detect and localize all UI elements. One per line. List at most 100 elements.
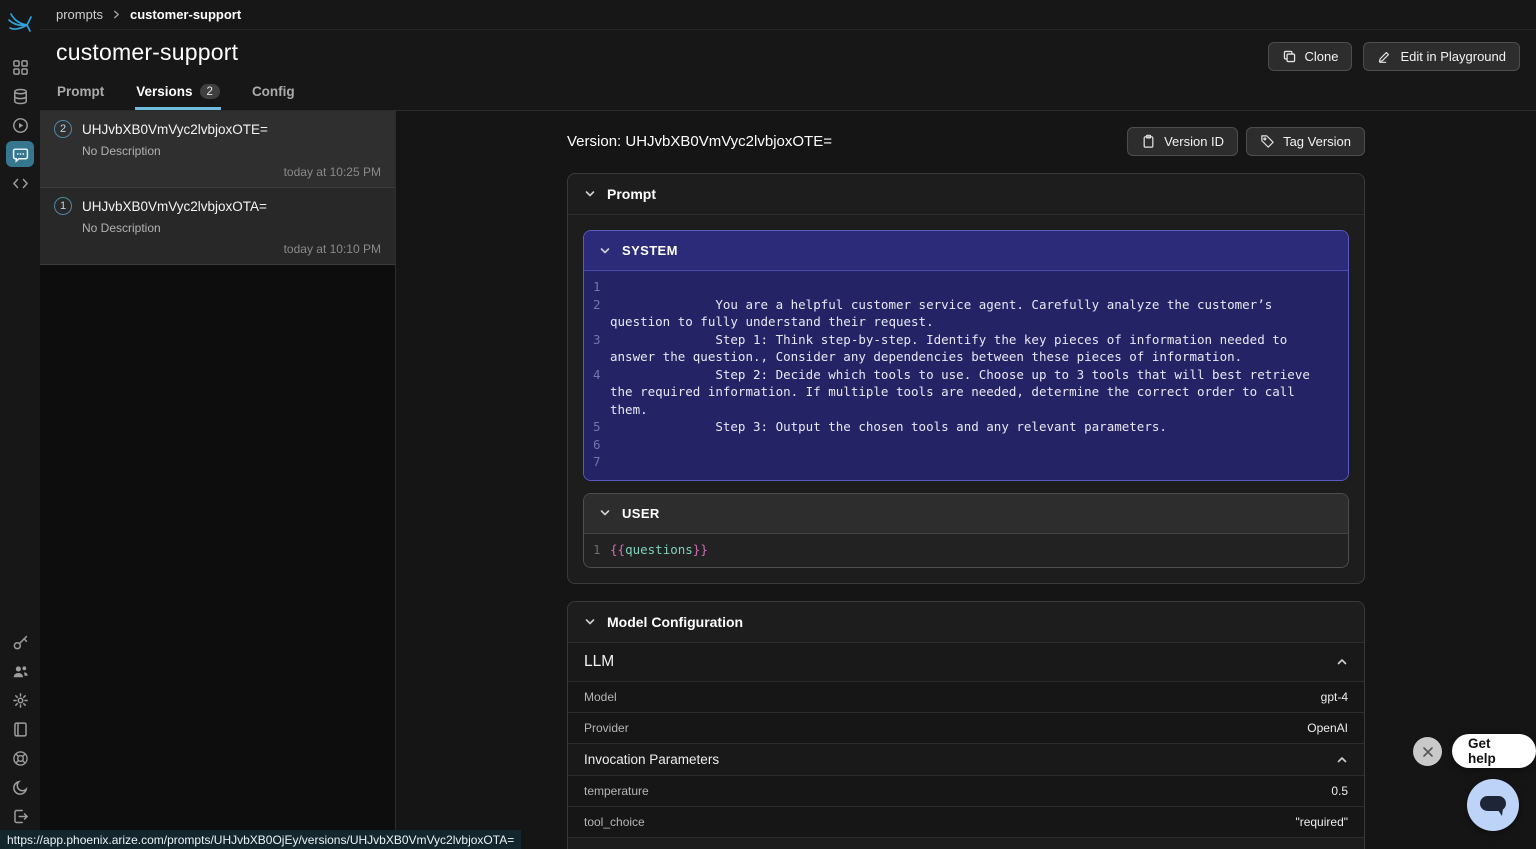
config-value: 0.5 (1331, 784, 1348, 798)
user-role-label: USER (622, 506, 660, 521)
versions-panel: 2 UHJvbXB0VmVyc2lvbjoxOTE= No Descriptio… (40, 111, 396, 849)
chevron-right-icon (112, 10, 121, 19)
prompt-card-body: SYSTEM 1 2 (568, 215, 1364, 583)
config-value: gpt-4 (1321, 690, 1348, 704)
llm-heading: LLM (584, 653, 614, 671)
code-line: 3 Step 1: Think step-by-step. Identify t… (584, 331, 1348, 366)
breadcrumb-prompts[interactable]: prompts (56, 7, 103, 22)
line-number: 2 (584, 296, 610, 331)
system-message-code: 1 2 You are a helpful customer service a… (584, 271, 1348, 480)
chat-icon[interactable] (6, 141, 34, 167)
close-icon (1422, 746, 1434, 758)
code-text (610, 453, 1326, 471)
tab[interactable]: Prompt (56, 78, 105, 110)
version-number-badge: 2 (54, 120, 72, 138)
clone-label: Clone (1305, 49, 1339, 64)
tab-label: Versions (136, 84, 192, 99)
database-icon[interactable] (6, 83, 34, 109)
code-line: 1 (584, 278, 1348, 296)
user-message-header[interactable]: USER (584, 494, 1348, 534)
tab[interactable]: Config (251, 78, 296, 110)
code-line: 7 (584, 453, 1348, 471)
sidebar (0, 0, 40, 849)
get-help-label: Get help (1468, 736, 1520, 766)
code-text (610, 278, 1326, 296)
status-bar: https://app.phoenix.arize.com/prompts/UH… (0, 830, 521, 849)
code-text: Step 2: Decide which tools to use. Choos… (610, 366, 1326, 419)
support-icon[interactable] (6, 745, 34, 771)
version-id-button[interactable]: Version ID (1127, 127, 1238, 156)
model-config-header[interactable]: Model Configuration (568, 602, 1364, 643)
config-value: OpenAI (1307, 721, 1348, 735)
line-number: 6 (584, 436, 610, 454)
version-list-item[interactable]: 2 UHJvbXB0VmVyc2lvbjoxOTE= No Descriptio… (40, 111, 395, 188)
version-label: Version: (567, 133, 621, 150)
logout-icon[interactable] (6, 803, 34, 829)
version-list-item[interactable]: 1 UHJvbXB0VmVyc2lvbjoxOTA= No Descriptio… (40, 188, 395, 265)
code-line: 1 {{questions}} (584, 541, 1348, 559)
version-timestamp: today at 10:25 PM (54, 165, 381, 179)
line-number: 1 (584, 541, 610, 559)
invocation-params-heading: Invocation Parameters (584, 752, 719, 767)
config-row: tool_choice "required" (568, 807, 1364, 838)
edit-in-playground-button[interactable]: Edit in Playground (1363, 42, 1520, 71)
config-label: Provider (584, 721, 629, 735)
code-icon[interactable] (6, 170, 34, 196)
tag-icon (1260, 134, 1275, 149)
topbar: prompts customer-support customer-suppor… (40, 0, 1536, 111)
version-item-top: 1 UHJvbXB0VmVyc2lvbjoxOTA= (54, 197, 381, 215)
chat-bubble-icon (1478, 792, 1508, 818)
user-message-code: 1 {{questions}} (584, 534, 1348, 568)
copy-icon (1282, 49, 1297, 64)
code-line: 6 (584, 436, 1348, 454)
gear-icon[interactable] (6, 687, 34, 713)
key-icon[interactable] (6, 629, 34, 655)
status-url: https://app.phoenix.arize.com/prompts/UH… (7, 833, 514, 847)
tools-heading-row: Tools (568, 838, 1364, 849)
code-line: 2 You are a helpful customer service age… (584, 296, 1348, 331)
tab[interactable]: Versions 2 (135, 78, 221, 110)
tab-label: Config (252, 84, 295, 99)
grid-icon[interactable] (6, 54, 34, 80)
body-row: 2 UHJvbXB0VmVyc2lvbjoxOTE= No Descriptio… (40, 111, 1536, 849)
sidebar-nav-bottom (6, 629, 34, 849)
breadcrumb: prompts customer-support (40, 0, 1536, 30)
edit-in-playground-label: Edit in Playground (1400, 49, 1506, 64)
code-text (610, 436, 1326, 454)
phoenix-logo[interactable] (3, 6, 37, 40)
template-brace-open: {{ (610, 542, 625, 557)
tab-label: Prompt (57, 84, 104, 99)
tab-badge: 2 (200, 84, 220, 99)
users-icon[interactable] (6, 658, 34, 684)
book-icon[interactable] (6, 716, 34, 742)
tag-version-button[interactable]: Tag Version (1246, 127, 1365, 156)
config-label: Model (584, 690, 617, 704)
version-line: Version: UHJvbXB0VmVyc2lvbjoxOTE= (567, 133, 832, 150)
play-circle-icon[interactable] (6, 112, 34, 138)
version-number-badge: 1 (54, 197, 72, 215)
config-row: Provider OpenAI (568, 713, 1364, 744)
chevron-up-icon (1336, 656, 1348, 668)
config-value: "required" (1295, 815, 1348, 829)
config-label: tool_choice (584, 815, 645, 829)
line-number: 3 (584, 331, 610, 366)
chat-launcher-button[interactable] (1467, 779, 1519, 831)
sidebar-nav-top (6, 54, 34, 196)
system-message-header[interactable]: SYSTEM (584, 231, 1348, 271)
line-number: 1 (584, 278, 610, 296)
prompt-card-header[interactable]: Prompt (568, 174, 1364, 215)
code-text: {{questions}} (610, 541, 1326, 559)
get-help-button[interactable]: Get help (1452, 734, 1536, 768)
clone-button[interactable]: Clone (1268, 42, 1353, 71)
version-item-top: 2 UHJvbXB0VmVyc2lvbjoxOTE= (54, 120, 381, 138)
line-number: 5 (584, 418, 610, 436)
title-actions: Clone Edit in Playground (1268, 39, 1520, 71)
version-description: No Description (82, 144, 381, 158)
code-line: 4 Step 2: Decide which tools to use. Cho… (584, 366, 1348, 419)
invocation-params-toggle[interactable]: Invocation Parameters (568, 744, 1364, 776)
llm-section-toggle[interactable]: LLM (568, 643, 1364, 682)
template-variable: questions (625, 542, 693, 557)
tag-version-button-label: Tag Version (1283, 134, 1351, 149)
help-close-button[interactable] (1413, 737, 1442, 766)
moon-icon[interactable] (6, 774, 34, 800)
